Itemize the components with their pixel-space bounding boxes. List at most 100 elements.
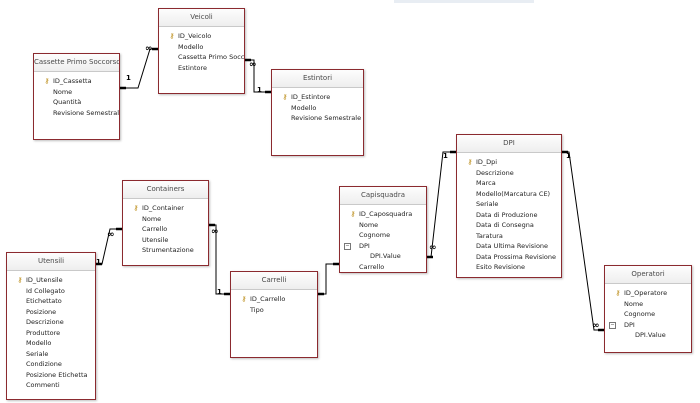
field-name: Data Ultima Revisione [476,242,549,250]
field[interactable]: Marca [457,178,561,189]
key-icon: ⚷ [350,210,356,218]
field[interactable]: Data di Produzione [457,210,561,221]
field[interactable]: Id Collegato [7,286,95,297]
relationship-line-cassette-veicoli[interactable] [120,48,158,89]
table-estintori[interactable]: Estintori ⚷ ID_Estintore Modello Revisione S… [271,69,364,156]
field[interactable]: Posizione [7,307,95,318]
field[interactable]: Nome [340,220,426,231]
primary-key-field[interactable]: ⚷ ID_Dpi [457,157,561,168]
field-name: Quantità [53,98,82,106]
table-title[interactable]: Capisquadra [340,187,426,205]
field[interactable]: Nome [605,299,691,310]
field-name: Cognome [359,231,391,239]
table-title[interactable]: Cassette Primo Soccorso [34,54,119,72]
cardinality-many-label: ∞ [211,227,219,237]
primary-key-field[interactable]: ⚷ ID_Operatore [605,288,691,299]
field[interactable]: Etichettato [7,296,95,307]
field[interactable]: Quantità [34,97,119,108]
field[interactable]: Taratura [457,231,561,242]
table-title[interactable]: Operatori [605,266,691,284]
table-cassette[interactable]: Cassette Primo Soccorso ⚷ ID_Cassetta Nome Q… [33,53,120,140]
field[interactable]: Tipo [231,305,317,316]
field-name: Revisione Semestrale [53,108,120,117]
primary-key-field[interactable]: ⚷ ID_Estintore [272,92,363,103]
field-list: ⚷ ID_Estintore Modello Revisione Semestrale [272,88,363,124]
table-containers[interactable]: Containers ⚷ ID_Container Nome Carrello Utens… [122,180,209,266]
field-name: ID_Operatore [624,289,668,297]
field-name: Produttore [26,328,61,337]
field-name: Condizione [26,360,62,368]
relationship-line-dpi-operatori[interactable] [562,151,604,331]
table-utensili[interactable]: Utensili ⚷ ID_Utensile Id Collegato Etichett… [6,252,96,400]
table-operatori[interactable]: Operatori ⚷ ID_Operatore Nome Cognome − DPI DPI… [604,265,692,353]
field[interactable]: Revisione Semestrale [272,113,363,124]
field-name: ID_Caposquadra [359,210,413,218]
primary-key-field[interactable]: ⚷ ID_Caposquadra [340,209,426,220]
field[interactable]: Descrizione [457,168,561,179]
primary-key-field[interactable]: ⚷ ID_Cassetta [34,76,119,87]
collapse-icon[interactable]: − [344,242,351,250]
field[interactable]: Commenti [7,380,95,391]
field[interactable]: Carrello [123,224,208,235]
field[interactable]: − DPI [340,241,426,252]
table-title[interactable]: Utensili [7,253,95,271]
field[interactable]: Modello [7,338,95,349]
field[interactable]: − DPI [605,320,691,331]
field-list: ⚷ ID_Utensile Id Collegato Etichettato Posiz… [7,271,95,391]
field[interactable]: Cognome [340,230,426,241]
field[interactable]: Modello [159,42,244,53]
relationship-line-dpi-capisquadra[interactable] [427,151,456,258]
field[interactable]: Condizione [7,359,95,370]
relationship-line-containers-carrelli[interactable] [209,224,230,295]
field[interactable]: Esito Revisione [457,262,561,273]
primary-key-field[interactable]: ⚷ ID_Utensile [7,275,95,286]
relationship-line-containers-utensili[interactable] [96,228,122,265]
field[interactable]: Seriale [7,349,95,360]
field[interactable]: DPI.Value [605,330,691,341]
primary-key-field[interactable]: ⚷ ID_Container [123,203,208,214]
collapse-icon[interactable]: − [609,321,616,329]
key-icon: ⚷ [467,158,473,166]
field[interactable]: Revisione Semestrale [34,108,119,119]
field[interactable]: Produttore [7,328,95,339]
field[interactable]: Modello [272,103,363,114]
primary-key-field[interactable]: ⚷ ID_Veicolo [159,31,244,42]
table-title[interactable]: Veicoli [159,9,244,27]
field-list: ⚷ ID_Caposquadra Nome Cognome − DPI DPI.Value C… [340,205,426,272]
field-name: DPI.Value [635,331,666,339]
field[interactable]: Modello(Marcatura CE) [457,189,561,200]
table-title[interactable]: Carrelli [231,272,317,290]
field[interactable]: Utensile [123,235,208,246]
field[interactable]: Seriale [457,199,561,210]
field[interactable]: Estintore [159,63,244,74]
toolbar-strip [394,0,534,3]
field-name: ID_Carrello [250,295,286,303]
field[interactable]: Carrello [340,262,426,273]
field[interactable]: Cassetta Primo Soccorso [159,52,244,63]
table-title[interactable]: DPI [457,135,561,153]
field[interactable]: Data di Consegna [457,220,561,231]
cardinality-one-label: 1 [217,288,222,296]
field[interactable]: Nome [34,87,119,98]
table-veicoli[interactable]: Veicoli ⚷ ID_Veicolo Modello Cassetta Primo … [158,8,245,94]
field[interactable]: Nome [123,214,208,225]
table-capisquadra[interactable]: Capisquadra ⚷ ID_Caposquadra Nome Cognome − DP… [339,186,427,273]
table-dpi[interactable]: DPI ⚷ ID_Dpi Descrizione Marca Modello(Marcat… [456,134,562,278]
field[interactable]: Data Prossima Revisione [457,252,561,263]
field[interactable]: DPI.Value [340,251,426,262]
field[interactable]: Cognome [605,309,691,320]
relationship-line-carrelli-capisquadra[interactable] [318,263,339,295]
field[interactable]: Data Ultima Revisione [457,241,561,252]
field-name: Data di Produzione [476,210,538,219]
field-name: Nome [142,214,162,223]
table-title[interactable]: Containers [123,181,208,199]
relationship-line-veicoli-estintori[interactable] [245,59,271,93]
table-title[interactable]: Estintori [272,70,363,88]
primary-key-field[interactable]: ⚷ ID_Carrello [231,294,317,305]
cardinality-many-label: ∞ [249,60,257,70]
field[interactable]: Strumentazione [123,245,208,256]
cardinality-many-label: ∞ [145,44,153,54]
table-carrelli[interactable]: Carrelli ⚷ ID_Carrello Tipo [230,271,318,358]
field[interactable]: Descrizione [7,317,95,328]
field[interactable]: Posizione Etichetta [7,370,95,381]
